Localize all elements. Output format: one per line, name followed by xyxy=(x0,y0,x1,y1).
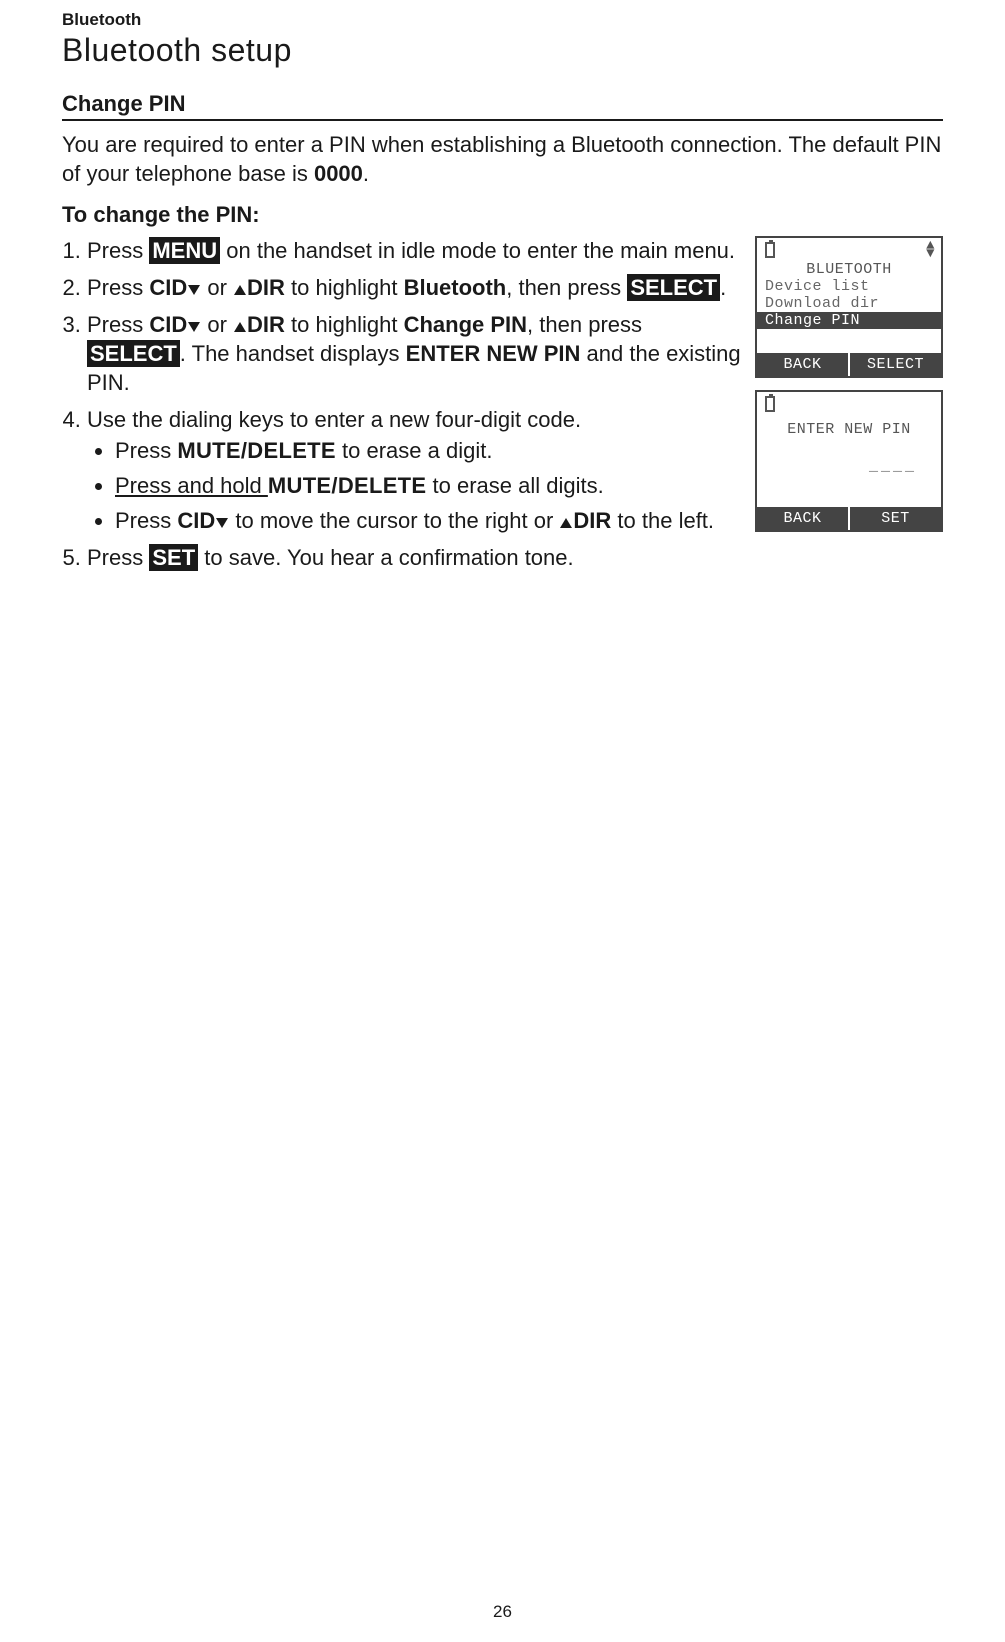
default-pin: 0000 xyxy=(314,161,363,186)
step-1: Press MENU on the handset in idle mode t… xyxy=(87,236,743,265)
up-arrow-icon xyxy=(234,322,246,332)
down-arrow-icon xyxy=(188,285,200,295)
bullet-erase-all: Press and hold MUTE/DELETE to erase all … xyxy=(115,471,743,500)
bluetooth-option: Bluetooth xyxy=(404,275,507,300)
intro-text: You are required to enter a PIN when est… xyxy=(62,132,941,186)
dir-key: DIR xyxy=(247,275,285,300)
change-pin-option: Change PIN xyxy=(404,312,527,337)
breadcrumb: Bluetooth xyxy=(62,10,943,30)
battery-icon xyxy=(765,396,775,412)
section-heading: Change PIN xyxy=(62,91,943,121)
step-4: Use the dialing keys to enter a new four… xyxy=(87,405,743,535)
enter-new-pin-label: ENTER NEW PIN xyxy=(406,341,581,366)
step-4-bullets: Press MUTE/DELETE to erase a digit. Pres… xyxy=(87,436,743,535)
select-key: SELECT xyxy=(87,340,180,367)
bullet-cursor: Press CID to move the cursor to the righ… xyxy=(115,506,743,535)
dir-key: DIR xyxy=(573,508,611,533)
menu-key: MENU xyxy=(149,237,220,264)
lcd1-line-change-pin-selected: Change PIN xyxy=(757,312,941,329)
step-2: Press CID or DIR to highlight Bluetooth,… xyxy=(87,273,743,302)
battery-icon xyxy=(765,242,775,258)
bullet-erase-digit: Press MUTE/DELETE to erase a digit. xyxy=(115,436,743,465)
lcd-enter-new-pin: ENTER NEW PIN ____ BACK SET xyxy=(755,390,943,532)
set-key: SET xyxy=(149,544,198,571)
lcd1-line-download-dir: Download dir xyxy=(763,295,935,312)
lcd1-line-device-list: Device list xyxy=(763,278,935,295)
down-arrow-icon xyxy=(188,322,200,332)
page-title: Bluetooth setup xyxy=(62,32,943,69)
page-number: 26 xyxy=(0,1602,1005,1622)
intro-tail: . xyxy=(363,161,369,186)
cid-key: CID xyxy=(149,312,187,337)
subhead: To change the PIN: xyxy=(62,202,943,228)
mute-delete-key: MUTE/DELETE xyxy=(268,473,427,498)
cid-key: CID xyxy=(177,508,215,533)
scroll-arrows-icon: ▲▼ xyxy=(926,242,935,258)
up-arrow-icon xyxy=(234,285,246,295)
step-5: Press SET to save. You hear a confirmati… xyxy=(87,543,743,572)
step-3: Press CID or DIR to highlight Change PIN… xyxy=(87,310,743,397)
lcd2-pin-placeholder: ____ xyxy=(763,438,935,475)
lcd2-softkey-back: BACK xyxy=(757,507,850,530)
lcd1-title: BLUETOOTH xyxy=(763,261,935,278)
mute-delete-key: MUTE/DELETE xyxy=(177,438,336,463)
lcd2-title: ENTER NEW PIN xyxy=(763,421,935,438)
lcd1-softkey-select: SELECT xyxy=(850,353,941,376)
lcd2-softkey-set: SET xyxy=(850,507,941,530)
steps-list: Press MENU on the handset in idle mode t… xyxy=(62,236,743,572)
dir-key: DIR xyxy=(247,312,285,337)
lcd-bluetooth-menu: ▲▼ BLUETOOTH Device list Download dir Ch… xyxy=(755,236,943,378)
lcd1-softkey-back: BACK xyxy=(757,353,850,376)
cid-key: CID xyxy=(149,275,187,300)
down-arrow-icon xyxy=(216,518,228,528)
select-key: SELECT xyxy=(627,274,720,301)
intro-paragraph: You are required to enter a PIN when est… xyxy=(62,131,943,188)
up-arrow-icon xyxy=(560,518,572,528)
